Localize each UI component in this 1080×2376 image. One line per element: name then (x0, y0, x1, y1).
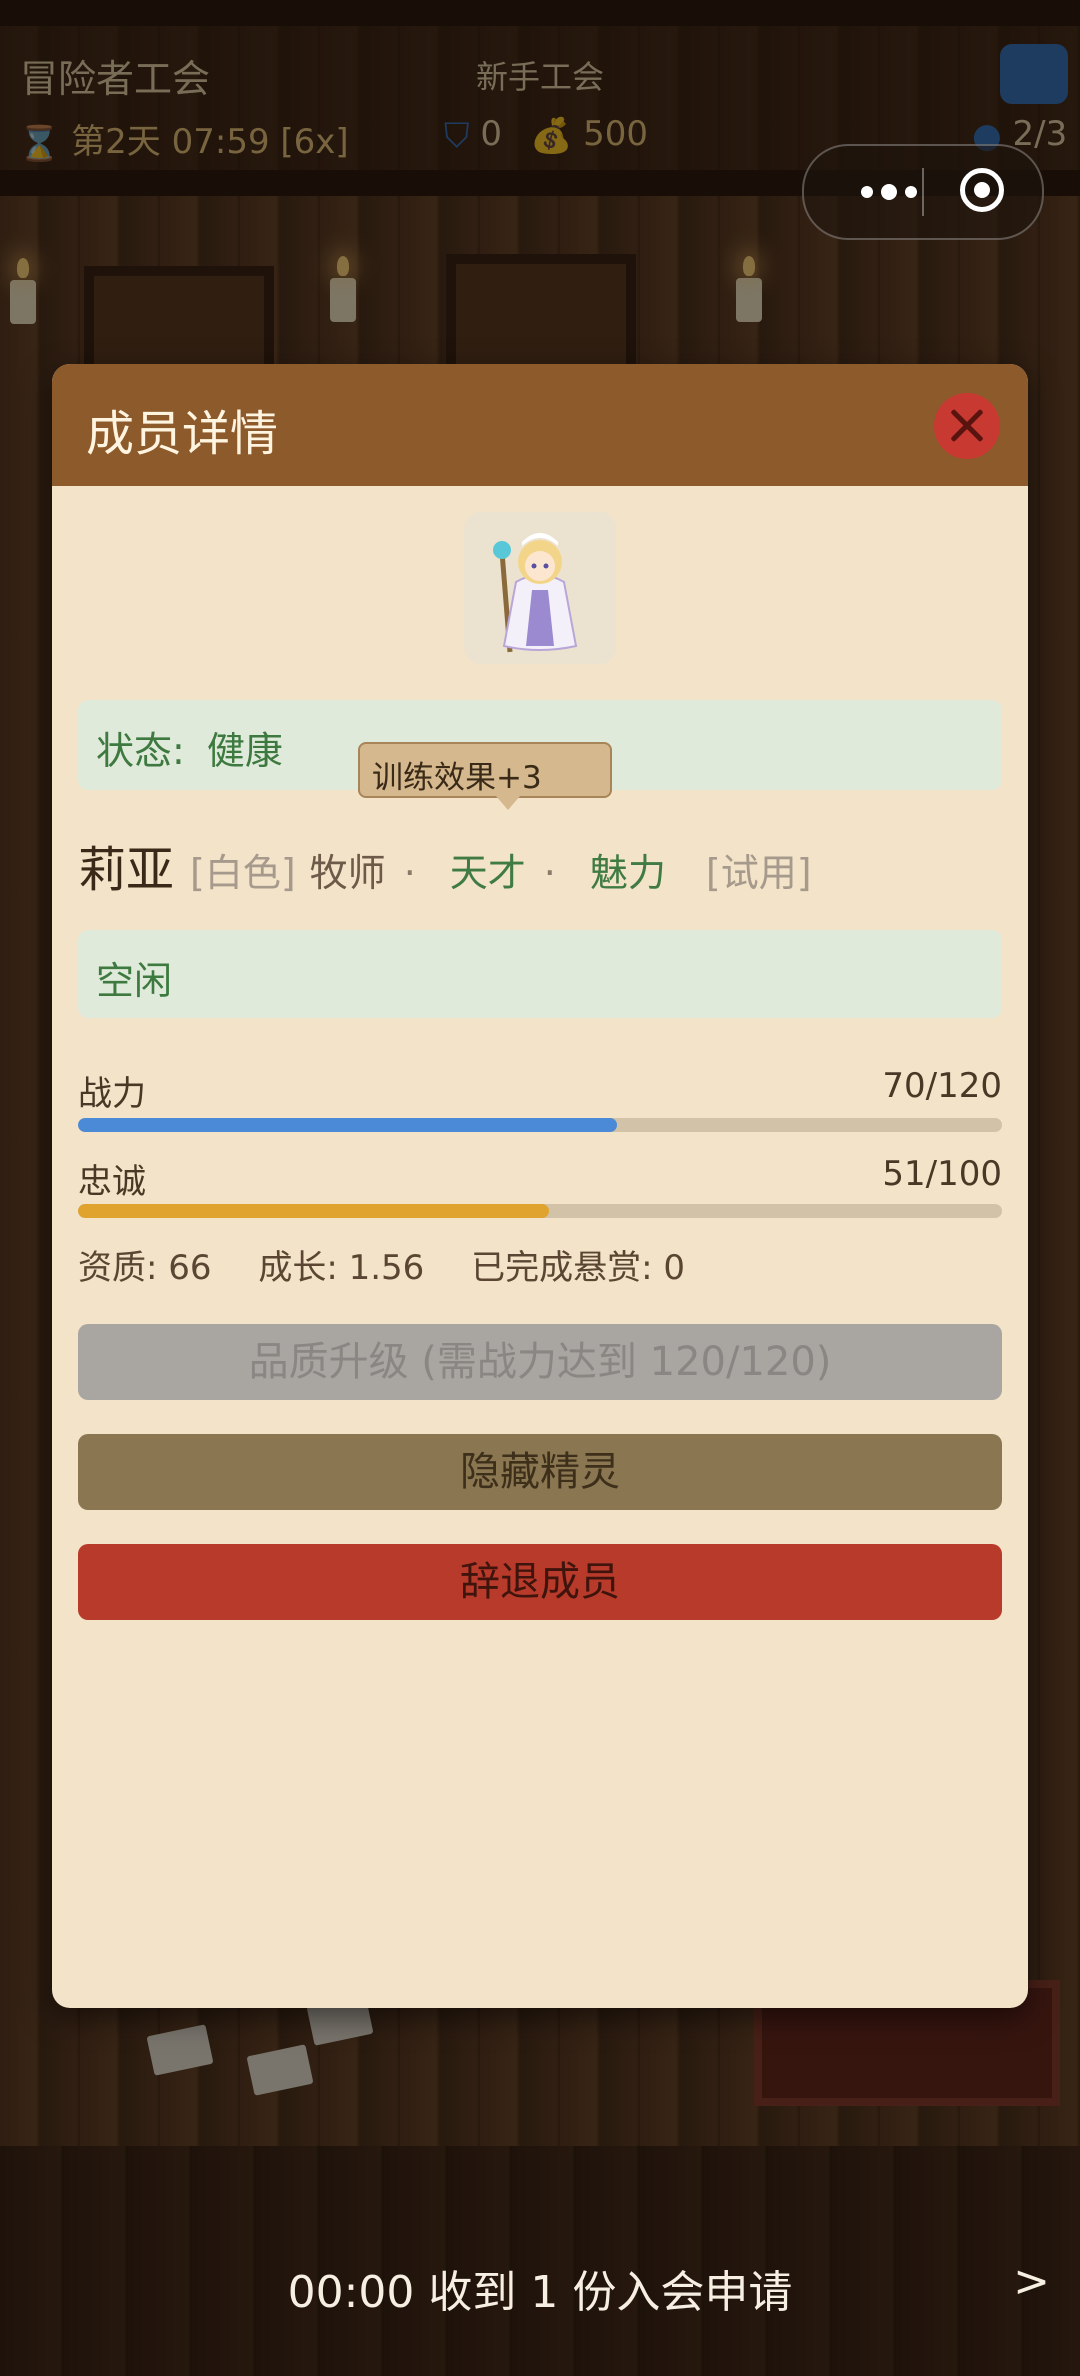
status-value: 健康 (206, 729, 283, 773)
trait-charm[interactable]: 魅力 (590, 842, 666, 897)
activity-status-box: 空闲 (78, 930, 1002, 1018)
tooltip-text: 训练效果+3 (372, 760, 542, 796)
miniprogram-capsule (802, 144, 1044, 240)
separator-dot: · (403, 851, 416, 895)
chevron-right-icon[interactable]: > (1013, 2256, 1050, 2307)
loyalty-label: 忠诚 (78, 1162, 146, 1202)
power-label: 战力 (78, 1074, 146, 1114)
dot-icon (881, 184, 897, 200)
power-value: 70/120 (882, 1066, 1002, 1106)
dialog-title: 成员详情 (86, 406, 279, 462)
member-portrait (464, 512, 616, 664)
hide-elf-button[interactable]: 隐藏精灵 (78, 1434, 1002, 1510)
separator-dot: · (543, 851, 556, 895)
power-bar (78, 1118, 1002, 1132)
quality-upgrade-button[interactable]: 品质升级 (需战力达到 120/120) (78, 1324, 1002, 1400)
activity-status: 空闲 (96, 959, 173, 1003)
loyalty-value: 51/100 (882, 1154, 1002, 1194)
trial-badge: [试用] (705, 851, 812, 895)
dot-icon (861, 186, 873, 198)
dot-icon (905, 186, 917, 198)
dismiss-member-button[interactable]: 辞退成员 (78, 1544, 1002, 1620)
loyalty-bar-fill (78, 1204, 550, 1218)
notification-bar[interactable]: 00:00 收到 1 份入会申请 > (0, 2196, 1080, 2376)
bounties-completed: 已完成悬赏: 0 (471, 1248, 686, 1288)
member-identity-row: 莉亚 [白色] 牧师 · 天才 · 魅力 [试用] (78, 830, 812, 898)
loyalty-bar (78, 1204, 1002, 1218)
close-button[interactable] (934, 393, 1000, 459)
dialog-header: 成员详情 (52, 364, 1028, 486)
member-rarity: [白色] (190, 851, 296, 895)
aptitude-value: 资质: 66 (78, 1248, 212, 1288)
more-menu-button[interactable] (834, 146, 944, 238)
member-attributes: 资质: 66 成长: 1.56 已完成悬赏: 0 (78, 1240, 721, 1289)
health-status: 状态: 健康 (96, 720, 283, 775)
notification-text: 00:00 收到 1 份入会申请 (287, 2267, 793, 2318)
priest-avatar-icon (493, 533, 578, 653)
close-miniprogram-button[interactable] (960, 168, 1004, 212)
power-bar-fill (78, 1118, 617, 1132)
member-class: 牧师 (309, 851, 386, 895)
trait-talent[interactable]: 天才 (450, 842, 526, 897)
status-label: 状态: (96, 729, 185, 773)
trait-tooltip: 训练效果+3 (358, 742, 612, 810)
member-name: 莉亚 (78, 842, 175, 898)
member-detail-dialog: 成员详情 状态: 健康 莉亚 [白色] 牧师 · 天才 · 魅力 [试用] 训练… (52, 364, 1028, 2008)
capsule-divider (922, 168, 924, 216)
growth-value: 成长: 1.56 (258, 1248, 425, 1288)
